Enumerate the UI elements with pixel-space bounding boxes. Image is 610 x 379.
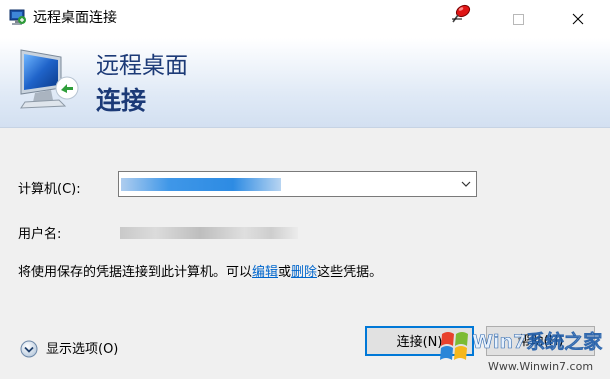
computer-label: 计算机(C): xyxy=(18,182,81,197)
hint-or: 或 xyxy=(278,265,292,280)
edit-credentials-link[interactable]: 编辑 xyxy=(252,265,278,280)
banner-title-line1: 远程桌面 xyxy=(96,53,188,79)
delete-credentials-link[interactable]: 删除 xyxy=(291,265,317,280)
title-bar: 远程桌面连接 xyxy=(0,0,610,38)
expand-down-icon[interactable] xyxy=(20,340,38,358)
header-banner xyxy=(0,38,610,128)
window-title: 远程桌面连接 xyxy=(33,10,117,26)
chevron-down-icon[interactable] xyxy=(461,180,471,188)
username-value-redaction xyxy=(120,227,298,239)
monitor-remote-icon xyxy=(20,49,79,109)
remote-desktop-icon xyxy=(9,9,26,25)
svg-text:Win7系统之家: Win7系统之家 xyxy=(472,330,603,353)
minimize-icon[interactable] xyxy=(442,6,472,32)
computer-combobox[interactable] xyxy=(118,171,477,197)
saved-credentials-hint: 将使用保存的凭据连接到此计算机。可以编辑或删除这些凭据。 xyxy=(18,264,382,281)
hint-suffix: 这些凭据。 xyxy=(317,265,383,280)
computer-value-redaction xyxy=(121,178,281,191)
show-options-label: 显示选项(O) xyxy=(46,342,119,357)
svg-text:Www.Winwin7.com: Www.Winwin7.com xyxy=(488,360,593,373)
win7-watermark-logo: Win7系统之家 Www.Winwin7.com xyxy=(440,330,604,373)
banner-title-line2: 连接 xyxy=(96,86,147,115)
username-label: 用户名: xyxy=(18,227,62,242)
hint-prefix: 将使用保存的凭据连接到此计算机。可以 xyxy=(18,265,253,280)
close-icon[interactable] xyxy=(563,6,593,32)
maximize-icon[interactable] xyxy=(503,6,533,32)
